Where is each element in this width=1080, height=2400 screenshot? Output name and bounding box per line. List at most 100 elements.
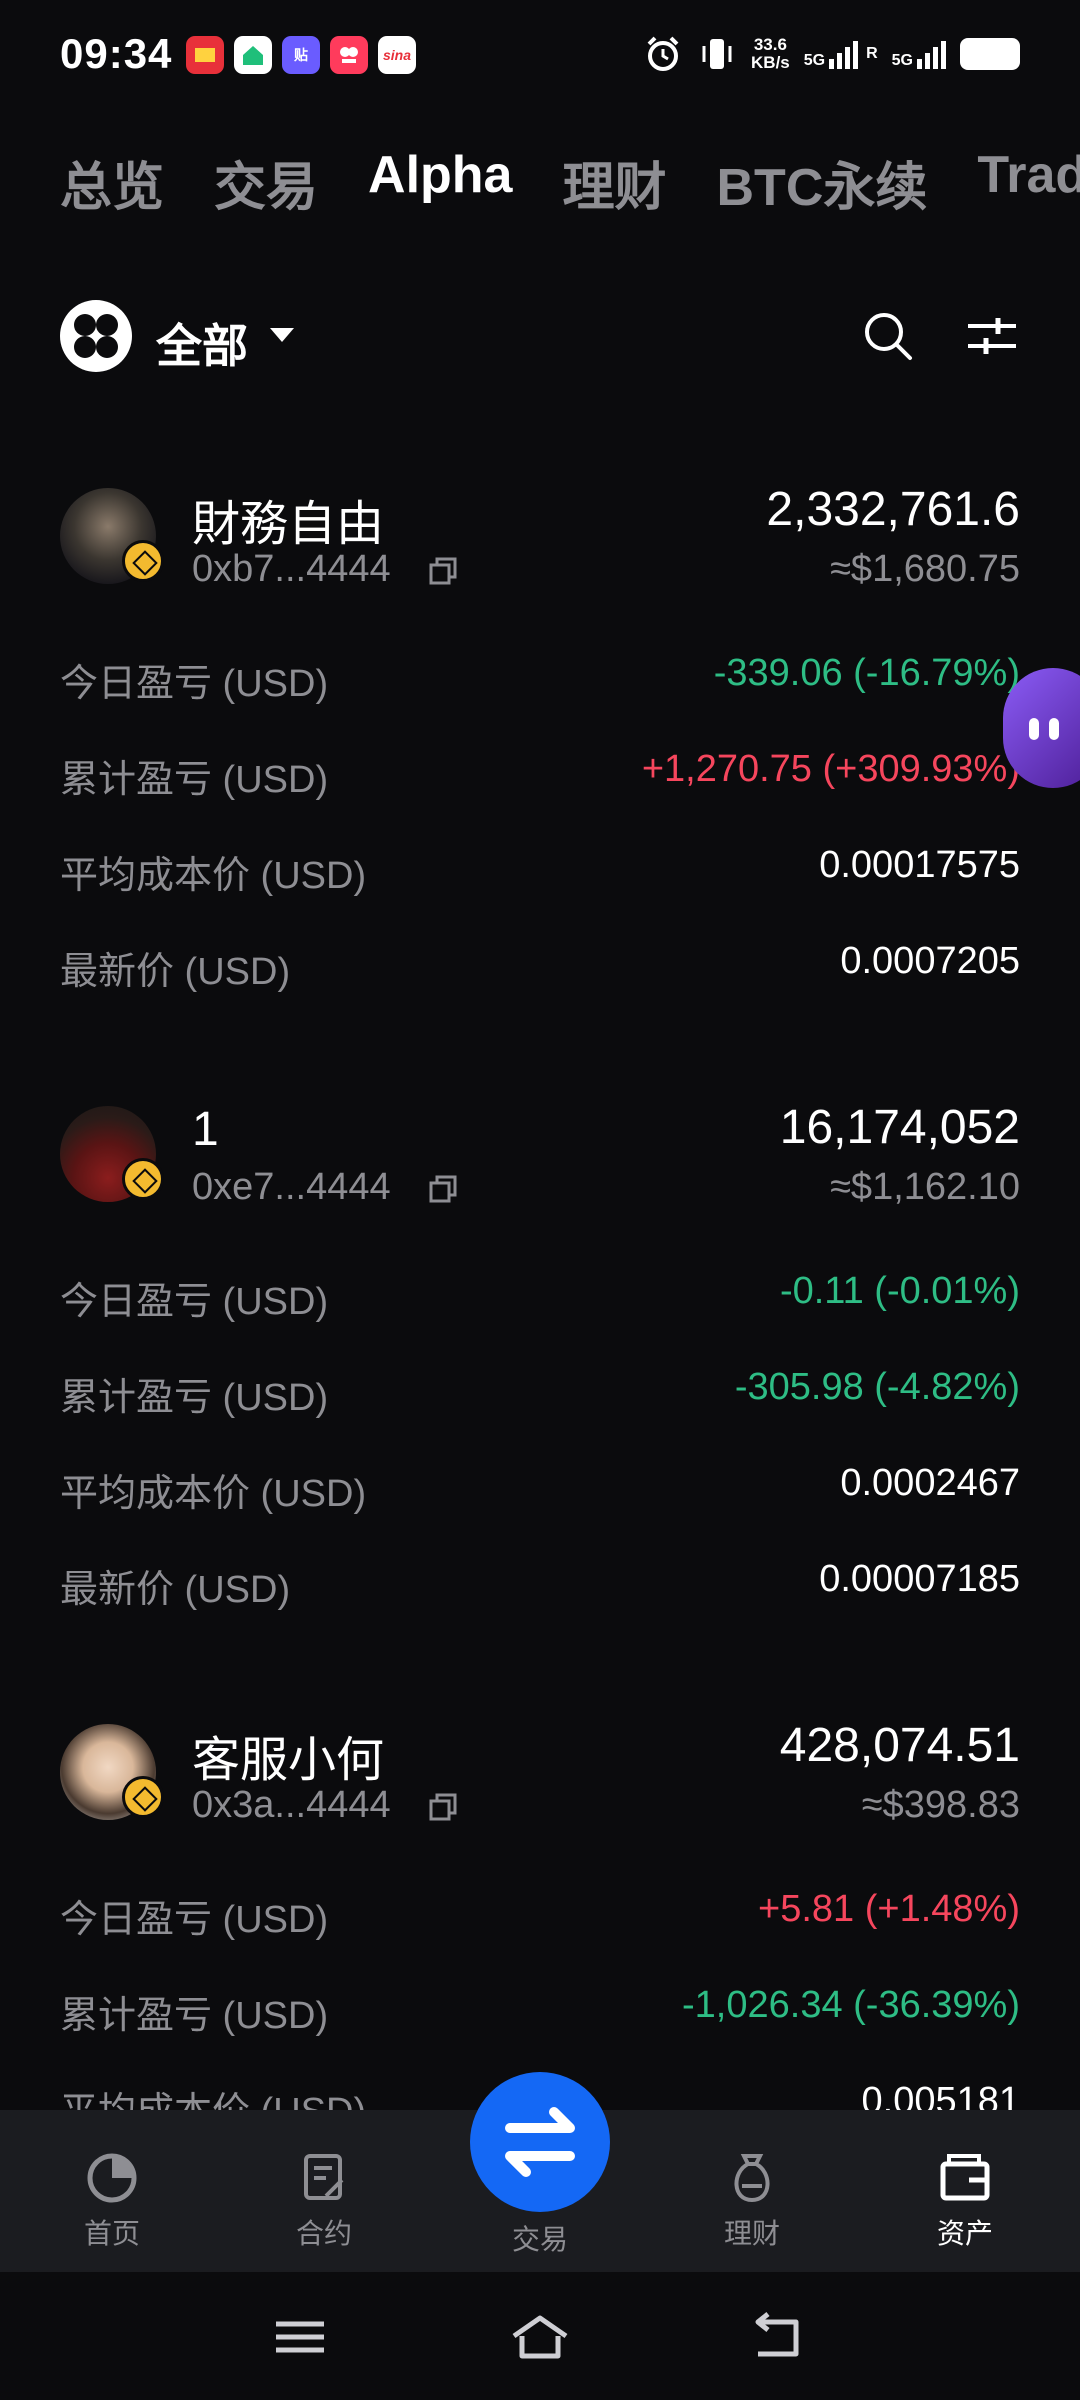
notification-icons: 贴 sina (186, 36, 416, 74)
last-price-value: 0.00007185 (819, 1558, 1020, 1600)
copy-icon[interactable] (428, 556, 458, 586)
token-amount: 2,332,761.6 (766, 483, 1020, 536)
earn-icon (734, 2154, 770, 2203)
chevron-down-icon[interactable] (270, 328, 294, 342)
trade-fab-button[interactable] (470, 2072, 610, 2212)
tab-alpha[interactable]: Alpha (368, 145, 512, 220)
today-pnl-row: 今日盈亏 (USD) -0.11 (-0.01%) (60, 1270, 1020, 1330)
sina-app-icon: sina (378, 36, 416, 74)
net-speed: 33.6 KB/s (751, 35, 790, 72)
total-pnl-value: -1,026.34 (-36.39%) (682, 1984, 1020, 2026)
swap-icon (505, 2107, 575, 2177)
search-icon[interactable] (860, 308, 916, 364)
today-pnl-value: -0.11 (-0.01%) (779, 1270, 1020, 1312)
photo-app-icon (330, 36, 368, 74)
tieba-app-icon: 贴 (282, 36, 320, 74)
avg-cost-value: 0.005181 (861, 2080, 1021, 2110)
total-pnl-value: +1,270.75 (+309.93%) (641, 748, 1020, 790)
vibrate-icon (702, 39, 732, 69)
total-pnl-label: 累计盈亏 (USD) (60, 1377, 329, 1419)
token-address: 0x3a...4444 (192, 1784, 391, 1826)
today-pnl-label: 今日盈亏 (USD) (60, 1281, 329, 1323)
tab-trading-bots[interactable]: Trad (977, 145, 1080, 220)
signal-1: 5G (804, 39, 859, 69)
sliders-icon[interactable] (964, 308, 1020, 364)
total-pnl-row: 累计盈亏 (USD) -1,026.34 (-36.39%) (60, 1984, 1020, 2044)
menu-icon[interactable] (270, 2312, 330, 2362)
status-bar: 09:34 贴 sina 33.6 KB/s 5G R 5G (0, 0, 1080, 110)
holding-card[interactable]: 客服小何 0x3a...4444 428,074.51 ≈$398.83 今日盈… (60, 1724, 1020, 2110)
holding-card[interactable]: 1 0xe7...4444 16,174,052 ≈$1,162.10 今日盈亏… (60, 1101, 1020, 1626)
tab-btc-perpetual[interactable]: BTC永续 (717, 145, 928, 220)
today-pnl-label: 今日盈亏 (USD) (60, 663, 329, 705)
home-icon (87, 2153, 137, 2203)
status-time: 09:34 (60, 30, 173, 77)
tab-earn[interactable]: 理财 (562, 145, 666, 220)
alarm-icon (647, 36, 679, 71)
today-pnl-value: +5.81 (+1.48%) (758, 1888, 1020, 1930)
back-icon[interactable] (750, 2312, 810, 2362)
last-price-label: 最新价 (USD) (60, 951, 291, 993)
top-tabs: 总览 交易 Alpha 理财 BTC永续 Trad (60, 145, 1080, 220)
token-usd-value: ≈$1,162.10 (830, 1166, 1020, 1208)
avg-cost-row: 平均成本价 (USD) 0.00017575 (60, 844, 1020, 904)
token-name: 財務自由 (192, 498, 385, 551)
token-name: 客服小何 (192, 1734, 385, 1787)
copy-icon[interactable] (428, 1174, 458, 1204)
last-price-row: 最新价 (USD) 0.0007205 (60, 940, 1020, 1000)
holding-card[interactable]: 財務自由 0xb7...4444 2,332,761.6 ≈$1,680.75 … (60, 483, 1020, 1008)
contract-icon (304, 2154, 344, 2200)
system-nav-bar (0, 2272, 1080, 2400)
wallet-icon (940, 2154, 990, 2201)
bnb-chain-badge-icon (122, 1158, 164, 1200)
home-app-icon (234, 36, 272, 74)
token-address: 0xb7...4444 (192, 548, 391, 590)
total-pnl-value: -305.98 (-4.82%) (734, 1366, 1020, 1408)
total-pnl-row: 累计盈亏 (USD) +1,270.75 (+309.93%) (60, 748, 1020, 808)
avg-cost-label: 平均成本价 (USD) (60, 855, 367, 897)
last-price-value: 0.0007205 (840, 940, 1020, 982)
bnb-chain-badge-icon (122, 540, 164, 582)
today-pnl-row: 今日盈亏 (USD) -339.06 (-16.79%) (60, 652, 1020, 712)
chain-filter-dropdown[interactable]: 全部 (156, 310, 248, 376)
today-pnl-value: -339.06 (-16.79%) (713, 652, 1020, 694)
trade-label: 交易 (511, 2224, 568, 2255)
signal-2: 5G (892, 39, 946, 69)
assistant-bubble-icon[interactable] (1003, 668, 1080, 788)
token-usd-value: ≈$398.83 (861, 1784, 1020, 1826)
avg-cost-value: 0.0002467 (840, 1462, 1020, 1504)
total-pnl-label: 累计盈亏 (USD) (60, 759, 329, 801)
token-name: 1 (192, 1103, 219, 1156)
token-amount: 16,174,052 (779, 1101, 1020, 1154)
today-pnl-label: 今日盈亏 (USD) (60, 1899, 329, 1941)
home-nav-icon[interactable] (510, 2312, 570, 2362)
nav-home[interactable]: 首页 (37, 2150, 187, 2252)
avg-cost-value: 0.00017575 (819, 844, 1020, 886)
all-chains-icon[interactable] (60, 300, 132, 372)
nav-futures[interactable]: 合约 (249, 2150, 399, 2252)
status-right: 33.6 KB/s 5G R 5G (643, 34, 1020, 74)
news-app-icon (186, 36, 224, 74)
copy-icon[interactable] (428, 1792, 458, 1822)
roaming-indicator: R (866, 45, 878, 62)
token-address: 0xe7...4444 (192, 1166, 391, 1208)
avg-cost-label: 平均成本价 (USD) (60, 1473, 367, 1515)
last-price-row: 最新价 (USD) 0.00007185 (60, 1558, 1020, 1618)
filter-row: 全部 (60, 300, 1020, 376)
token-usd-value: ≈$1,680.75 (830, 548, 1020, 590)
signal-bars-icon (829, 39, 859, 69)
avg-cost-row: 平均成本价 (USD) 0.0002467 (60, 1462, 1020, 1522)
avg-cost-label: 平均成本价 (USD) (60, 2080, 366, 2110)
total-pnl-row: 累计盈亏 (USD) -305.98 (-4.82%) (60, 1366, 1020, 1426)
bnb-chain-badge-icon (122, 1776, 164, 1818)
today-pnl-row: 今日盈亏 (USD) +5.81 (+1.48%) (60, 1888, 1020, 1948)
tab-overview[interactable]: 总览 (60, 145, 164, 220)
signal-bars-icon (917, 39, 946, 69)
battery-icon (960, 38, 1020, 70)
total-pnl-label: 累计盈亏 (USD) (60, 1995, 329, 2037)
tab-trade[interactable]: 交易 (214, 145, 318, 220)
token-amount: 428,074.51 (779, 1724, 1020, 1772)
nav-assets[interactable]: 资产 (890, 2150, 1040, 2252)
nav-earn[interactable]: 理财 (677, 2150, 827, 2252)
last-price-label: 最新价 (USD) (60, 1569, 291, 1611)
